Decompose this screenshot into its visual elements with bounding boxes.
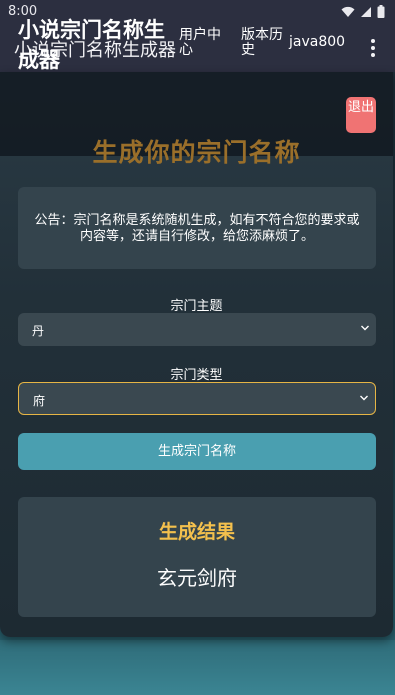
logout-button[interactable]: 退出 bbox=[346, 97, 376, 133]
battery-icon bbox=[377, 5, 385, 18]
wifi-icon bbox=[341, 6, 355, 17]
nav-user-center[interactable]: 用户中心 bbox=[179, 28, 229, 58]
result-box: 生成结果 玄元剑府 bbox=[18, 497, 376, 617]
announcement-text: 公告：宗门名称是系统随机生成，如有不符合您的要求或内容等，还请自行修改，给您添麻… bbox=[34, 213, 360, 244]
page-heading: 生成你的宗门名称 bbox=[92, 138, 301, 167]
theme-label: 宗门主题 bbox=[170, 299, 223, 314]
signal-icon bbox=[361, 6, 371, 17]
status-icons bbox=[341, 5, 385, 18]
chevron-down-icon bbox=[361, 325, 369, 331]
theme-select[interactable]: 丹 bbox=[18, 313, 376, 346]
overflow-menu-icon[interactable] bbox=[359, 34, 387, 62]
type-label: 宗门类型 bbox=[170, 368, 223, 383]
generate-button[interactable]: 生成宗门名称 bbox=[18, 433, 376, 470]
result-title: 生成结果 bbox=[158, 521, 235, 543]
nav-version-history[interactable]: 版本历史 bbox=[241, 28, 289, 58]
bottom-background bbox=[0, 640, 395, 695]
chevron-down-icon bbox=[360, 395, 368, 401]
type-select[interactable]: 府 bbox=[18, 382, 376, 415]
screen: 8:00 小说宗门名称生成器 小说宗门名称生成器 用户中心 版本历史 java8… bbox=[0, 0, 395, 695]
theme-select-value: 丹 bbox=[32, 324, 45, 338]
site-title: 小说宗门名称生成器 bbox=[18, 18, 165, 72]
announcement-box: 公告：宗门名称是系统随机生成，如有不符合您的要求或内容等，还请自行修改，给您添麻… bbox=[18, 187, 376, 269]
result-value: 玄元剑府 bbox=[157, 566, 237, 590]
username-label: java800 bbox=[289, 34, 346, 50]
type-select-value: 府 bbox=[33, 394, 46, 408]
